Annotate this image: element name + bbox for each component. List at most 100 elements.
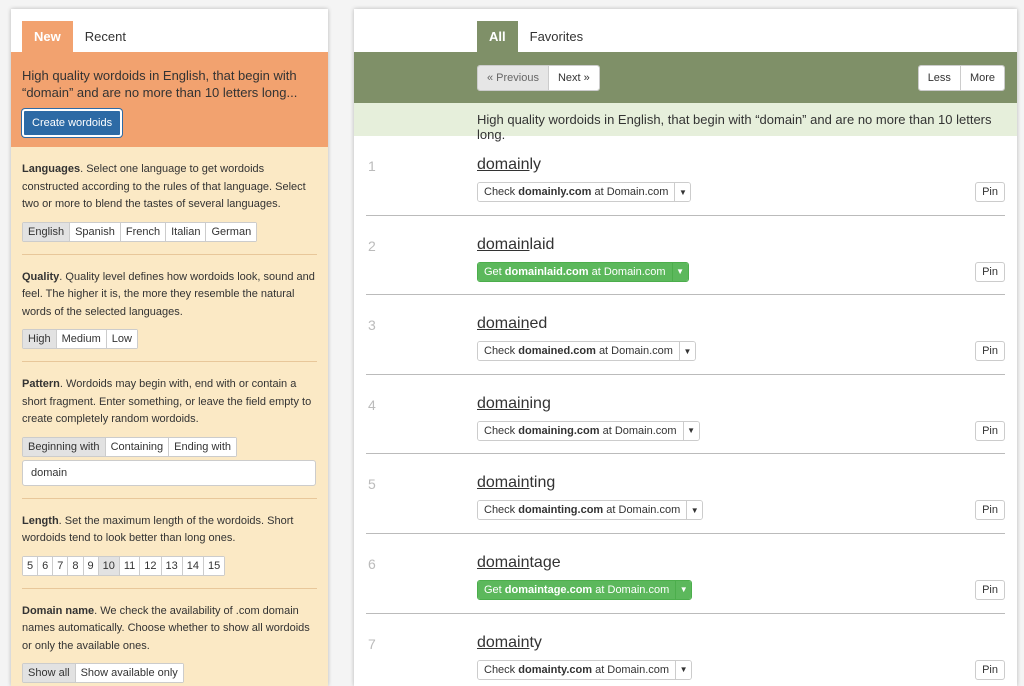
language-option-french[interactable]: French xyxy=(120,222,167,241)
result-row: 4 domaining Check domaining.com at Domain.… xyxy=(366,375,1005,455)
pattern-option-beginning[interactable]: Beginning with xyxy=(23,437,106,456)
result-word[interactable]: domainty xyxy=(477,634,542,652)
pin-button[interactable]: Pin xyxy=(975,341,1005,362)
more-button[interactable]: More xyxy=(960,66,1004,90)
domain-registrar: at Domain.com xyxy=(595,663,670,676)
domain-check-label[interactable]: Check domaining.com at Domain.com xyxy=(478,421,683,440)
result-row: 2 domainlaid Get domainlaid.com at Domain.… xyxy=(366,216,1005,296)
next-button[interactable]: Next » xyxy=(548,66,599,90)
length-option[interactable]: 7 xyxy=(53,556,69,575)
left-tabbar: New Recent xyxy=(11,9,328,52)
pattern-input[interactable]: domain xyxy=(22,459,316,486)
pin-button[interactable]: Pin xyxy=(975,659,1005,680)
length-option[interactable]: 5 xyxy=(23,556,39,575)
pin-button[interactable]: Pin xyxy=(975,420,1005,441)
result-word[interactable]: domaintage xyxy=(477,554,561,572)
length-option[interactable]: 15 xyxy=(204,556,225,575)
result-word[interactable]: domainting xyxy=(477,474,555,492)
language-option-italian[interactable]: Italian xyxy=(166,222,207,241)
quality-title: Quality xyxy=(22,270,60,283)
caret-down-icon[interactable]: ▼ xyxy=(682,421,699,440)
caret-down-icon[interactable]: ▼ xyxy=(686,501,703,520)
length-option[interactable]: 12 xyxy=(140,556,162,575)
domain-check-button[interactable]: Check domaining.com at Domain.com ▼ xyxy=(477,420,700,441)
domain-option-available-only[interactable]: Show available only xyxy=(75,664,183,682)
pin-button[interactable]: Pin xyxy=(975,182,1005,202)
domain-check-button[interactable]: Get domaintage.com at Domain.com ▼ xyxy=(477,579,693,600)
pattern-option-ending[interactable]: Ending with xyxy=(169,437,237,456)
pattern-option-containing[interactable]: Containing xyxy=(105,437,170,456)
quality-option-high[interactable]: High xyxy=(23,330,57,348)
language-option-german[interactable]: German xyxy=(206,222,257,241)
create-wordoids-button[interactable]: Create wordoids xyxy=(22,109,123,137)
pattern-options: Beginning with Containing Ending with xyxy=(22,436,238,457)
language-option-english[interactable]: English xyxy=(23,222,71,241)
result-word[interactable]: domaining xyxy=(477,395,551,413)
caret-down-icon[interactable]: ▼ xyxy=(675,660,692,679)
results-description: High quality wordoids in English, that b… xyxy=(354,103,1017,142)
result-number: 4 xyxy=(368,396,376,413)
domain-name: domainly.com xyxy=(518,186,592,198)
domain-check-label[interactable]: Get domaintage.com at Domain.com xyxy=(478,580,676,599)
word-suffix: ed xyxy=(529,315,548,333)
tab-recent[interactable]: Recent xyxy=(73,21,138,52)
result-word[interactable]: domained xyxy=(477,315,547,333)
domain-check-button[interactable]: Check domained.com at Domain.com ▼ xyxy=(477,341,696,362)
domain-action: Get xyxy=(484,583,502,596)
language-option-spanish[interactable]: Spanish xyxy=(70,222,121,241)
quality-desc-text: . Quality level defines how wordoids loo… xyxy=(22,270,315,318)
domain-action: Check xyxy=(484,663,516,676)
quality-option-medium[interactable]: Medium xyxy=(56,330,107,348)
domain-registrar: at Domain.com xyxy=(591,265,666,278)
tab-all[interactable]: All xyxy=(477,21,518,52)
less-button[interactable]: Less xyxy=(918,66,961,90)
domain-check-label[interactable]: Get domainlaid.com at Domain.com xyxy=(478,262,672,281)
length-option[interactable]: 13 xyxy=(161,556,183,575)
pin-button[interactable]: Pin xyxy=(975,261,1005,282)
caret-down-icon[interactable]: ▼ xyxy=(675,580,692,599)
result-number: 1 xyxy=(368,158,376,174)
pattern-title: Pattern xyxy=(22,378,60,390)
domain-options: Show all Show available only xyxy=(22,663,184,683)
pattern-section: Pattern. Wordoids may begin with, end wi… xyxy=(22,362,317,499)
length-option-selected[interactable]: 10 xyxy=(98,556,120,575)
domain-option-show-all[interactable]: Show all xyxy=(23,664,76,682)
word-prefix: domain xyxy=(477,553,530,571)
caret-down-icon[interactable]: ▼ xyxy=(678,342,695,361)
quality-option-low[interactable]: Low xyxy=(106,330,137,348)
length-option[interactable]: 9 xyxy=(83,556,99,575)
summary-text: High quality wordoids in English, that b… xyxy=(22,68,298,100)
result-word[interactable]: domainlaid xyxy=(477,236,554,254)
result-number: 6 xyxy=(368,555,376,572)
domain-check-label[interactable]: Check domainly.com at Domain.com xyxy=(478,183,675,201)
domain-check-button[interactable]: Check domainly.com at Domain.com ▼ xyxy=(477,182,692,202)
domain-check-label[interactable]: Check domainty.com at Domain.com xyxy=(478,660,676,679)
language-options: English Spanish French Italian German xyxy=(22,221,258,242)
domain-check-button[interactable]: Check domainty.com at Domain.com ▼ xyxy=(477,659,693,680)
domain-check-label[interactable]: Check domained.com at Domain.com xyxy=(478,342,679,361)
domain-registrar: at Domain.com xyxy=(594,186,669,198)
domain-title: Domain name xyxy=(22,604,95,617)
length-option[interactable]: 6 xyxy=(38,556,54,575)
domain-check-button[interactable]: Check domainting.com at Domain.com ▼ xyxy=(477,500,704,521)
pin-button[interactable]: Pin xyxy=(975,579,1005,600)
domain-check-label[interactable]: Check domainting.com at Domain.com xyxy=(478,501,687,520)
result-word[interactable]: domainly xyxy=(477,156,541,174)
tab-new[interactable]: New xyxy=(22,21,73,52)
word-prefix: domain xyxy=(477,315,530,333)
length-option[interactable]: 11 xyxy=(119,556,141,575)
caret-down-icon[interactable]: ▼ xyxy=(674,183,691,201)
languages-section: Languages. Select one language to get wo… xyxy=(22,147,317,255)
length-title: Length xyxy=(22,514,59,527)
quality-description: Quality. Quality level defines how wordo… xyxy=(22,269,317,322)
previous-button[interactable]: « Previous xyxy=(478,66,549,90)
domain-check-button[interactable]: Get domainlaid.com at Domain.com ▼ xyxy=(477,261,689,282)
pin-button[interactable]: Pin xyxy=(975,500,1005,521)
tab-favorites[interactable]: Favorites xyxy=(518,21,595,52)
quality-options: High Medium Low xyxy=(22,329,138,349)
caret-down-icon[interactable]: ▼ xyxy=(671,262,688,281)
length-option[interactable]: 8 xyxy=(68,556,84,575)
domain-registrar: at Domain.com xyxy=(598,345,673,358)
length-option[interactable]: 14 xyxy=(182,556,205,575)
result-row: 5 domainting Check domainting.com at Domai… xyxy=(366,454,1005,534)
